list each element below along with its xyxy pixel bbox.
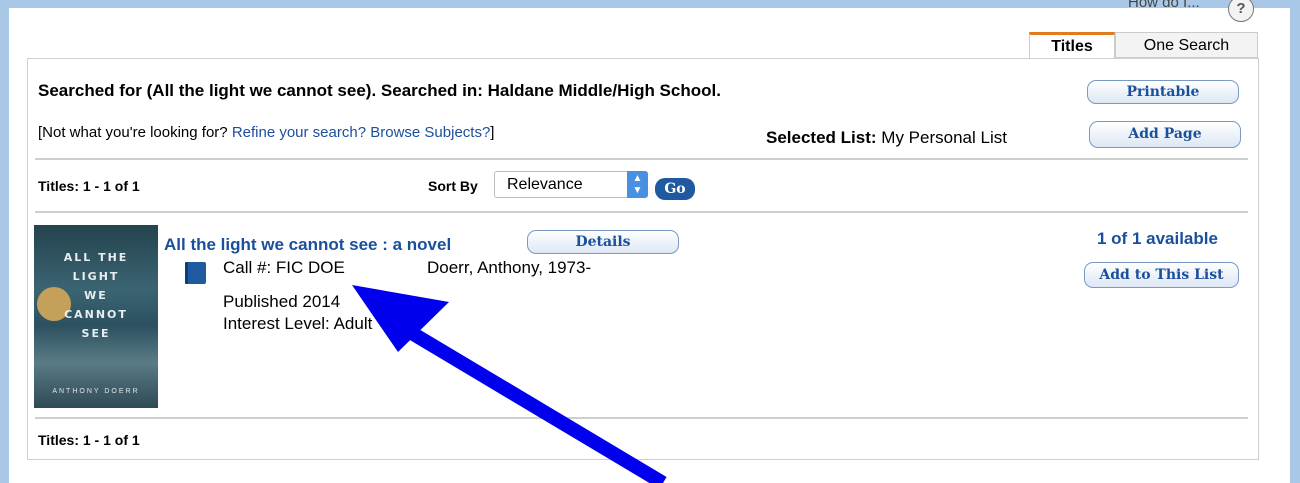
annotation-arrow — [352, 285, 667, 483]
